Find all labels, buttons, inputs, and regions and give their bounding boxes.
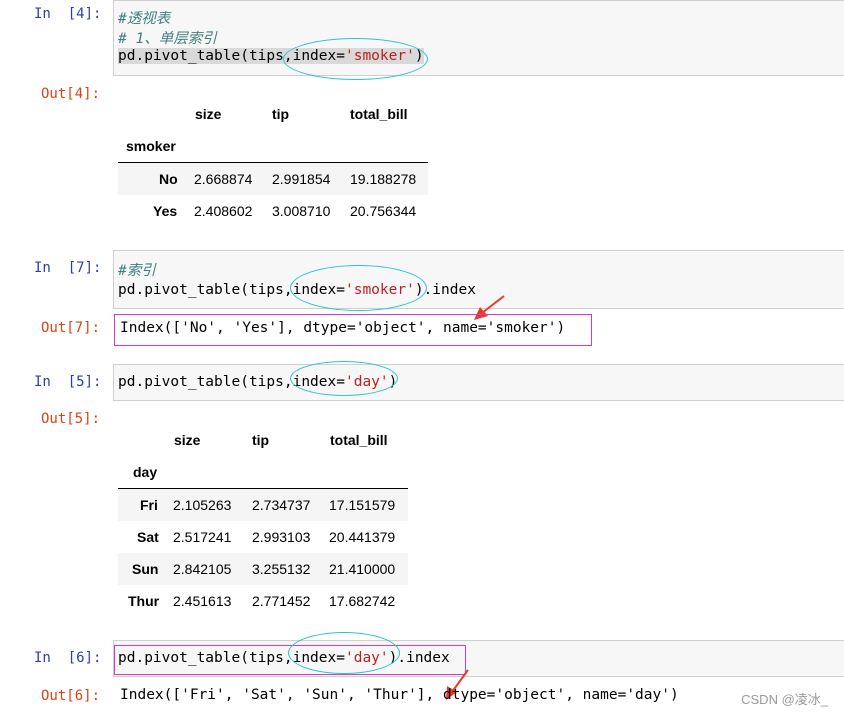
table-cell: 19.188278 bbox=[350, 171, 417, 187]
in-prompt-7: In [7]: bbox=[34, 260, 102, 276]
table-cell: 2.408602 bbox=[194, 203, 253, 219]
in-prompt-6: In [6]: bbox=[34, 650, 102, 666]
code-comment: # 1、单层索引 bbox=[118, 31, 217, 47]
index-name: smoker bbox=[126, 138, 176, 154]
table-cell: 21.410000 bbox=[329, 561, 396, 577]
out-prompt-5: Out[5]: bbox=[41, 411, 101, 427]
dataframe-output-5: size tip total_bill day Fri 2.105263 2.7… bbox=[118, 426, 410, 618]
table-cell: 2.842105 bbox=[173, 561, 232, 577]
table-cell: 2.105263 bbox=[173, 497, 232, 513]
code-comment: #透视表 bbox=[118, 11, 171, 27]
table-cell: 2.771452 bbox=[252, 593, 311, 609]
table-cell: 20.756344 bbox=[350, 203, 417, 219]
out-prompt-4: Out[4]: bbox=[41, 86, 101, 102]
table-cell: 17.682742 bbox=[329, 593, 396, 609]
annotation-ellipse bbox=[288, 632, 400, 674]
index-output-7: Index(['No', 'Yes'], dtype='object', nam… bbox=[120, 320, 566, 336]
column-header: total_bill bbox=[330, 432, 388, 448]
column-header: tip bbox=[252, 432, 270, 448]
watermark: CSDN @凌冰_ bbox=[741, 692, 828, 707]
out-prompt-7: Out[7]: bbox=[41, 320, 101, 336]
column-header: size bbox=[195, 106, 222, 122]
code-cell-5[interactable]: pd.pivot_table(tips,index='day') bbox=[113, 364, 844, 401]
table-cell: 17.151579 bbox=[329, 497, 396, 513]
annotation-ellipse bbox=[290, 361, 398, 396]
table-cell: 2.451613 bbox=[173, 593, 232, 609]
row-index: Yes bbox=[153, 203, 178, 219]
table-cell: 2.993103 bbox=[252, 529, 311, 545]
table-cell: 3.255132 bbox=[252, 561, 311, 577]
index-name: day bbox=[133, 464, 158, 480]
row-index: Sat bbox=[137, 529, 159, 545]
table-cell: 2.734737 bbox=[252, 497, 311, 513]
annotation-ellipse bbox=[290, 265, 427, 311]
row-index: Thur bbox=[128, 593, 160, 609]
annotation-ellipse bbox=[283, 38, 428, 80]
table-cell: 3.008710 bbox=[272, 203, 331, 219]
row-index: Sun bbox=[132, 561, 159, 577]
dataframe-output-4: size tip total_bill smoker No 2.668874 2… bbox=[118, 100, 430, 228]
column-header: tip bbox=[272, 106, 290, 122]
table-cell: 20.441379 bbox=[329, 529, 396, 545]
in-prompt-5: In [5]: bbox=[34, 374, 102, 390]
code-cell-4[interactable]: #透视表 # 1、单层索引 pd.pivot_table(tips,index=… bbox=[113, 0, 844, 76]
table-cell: 2.517241 bbox=[173, 529, 232, 545]
table-cell: 2.991854 bbox=[272, 171, 331, 187]
in-prompt-4: In [4]: bbox=[34, 6, 102, 22]
column-header: size bbox=[174, 432, 201, 448]
table-cell: 2.668874 bbox=[194, 171, 253, 187]
row-index: No bbox=[159, 171, 178, 187]
row-index: Fri bbox=[140, 497, 158, 513]
column-header: total_bill bbox=[350, 106, 408, 122]
index-output-6: Index(['Fri', 'Sat', 'Sun', 'Thur'], dty… bbox=[120, 687, 679, 703]
code-comment: #索引 bbox=[118, 263, 156, 279]
out-prompt-6: Out[6]: bbox=[41, 688, 101, 704]
